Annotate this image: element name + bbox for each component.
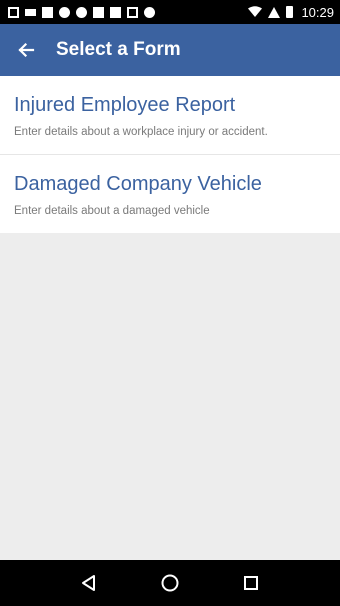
status-bar: 10:29 — [0, 0, 340, 24]
flag-icon — [110, 6, 121, 18]
back-triangle-icon — [81, 575, 95, 591]
signal-icon — [268, 6, 281, 18]
form-item-description: Enter details about a damaged vehicle — [14, 205, 210, 217]
arrow-left-icon — [18, 42, 35, 58]
home-circle-icon — [161, 574, 179, 592]
clock: 10:29 — [301, 4, 334, 20]
image-icon — [8, 6, 19, 18]
app-bar: Select a Form — [0, 24, 340, 76]
system-icons: 10:29 — [248, 3, 334, 22]
form-list: Injured Employee Report Enter details ab… — [0, 76, 340, 233]
screen: 10:29 Select a Form Injured Employee Rep… — [0, 0, 340, 606]
nav-recents-button[interactable] — [231, 563, 271, 603]
nav-back-button[interactable] — [69, 563, 109, 603]
pinwheel-icon — [59, 6, 70, 18]
form-item-description: Enter details about a workplace injury o… — [14, 126, 268, 138]
wifi-icon — [248, 3, 263, 22]
circle-icon — [144, 6, 155, 18]
navigation-bar — [0, 560, 340, 606]
page-title: Select a Form — [56, 39, 181, 60]
voicemail-icon — [25, 8, 36, 16]
form-item-damaged-company-vehicle[interactable]: Damaged Company Vehicle Enter details ab… — [0, 155, 340, 233]
recents-square-icon — [244, 576, 259, 590]
notification-icons — [8, 6, 155, 18]
back-button[interactable] — [0, 24, 52, 76]
form-item-title: Injured Employee Report — [14, 94, 236, 116]
nav-home-button[interactable] — [150, 563, 190, 603]
flag-icon — [93, 6, 104, 18]
flag-icon — [42, 6, 53, 18]
battery-icon — [286, 6, 294, 18]
pinwheel-icon — [76, 6, 87, 18]
photo-icon — [127, 6, 138, 18]
form-item-injured-employee-report[interactable]: Injured Employee Report Enter details ab… — [0, 76, 340, 155]
form-item-title: Damaged Company Vehicle — [14, 173, 262, 195]
